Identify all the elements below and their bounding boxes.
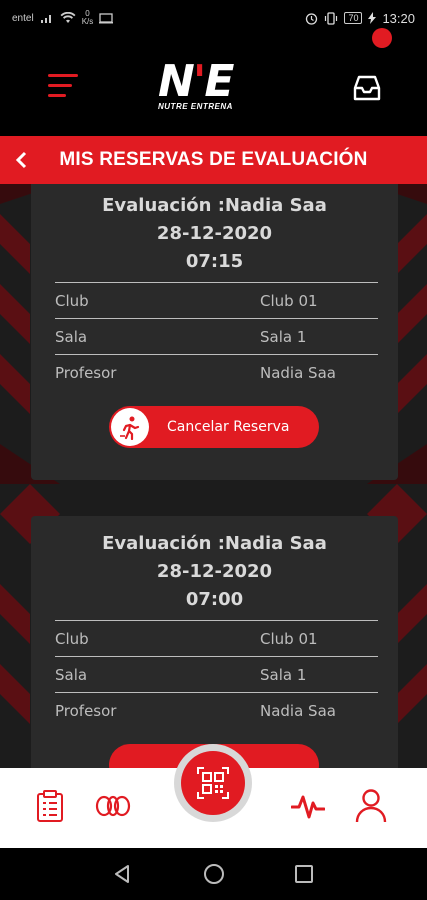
qr-code-icon [197, 767, 229, 799]
reservation-details: Club Club 01 Sala Sala 1 Profesor Nadia … [55, 282, 378, 390]
detail-value: Sala 1 [260, 665, 307, 684]
carrier-label: entel [12, 12, 34, 24]
nav-profile-button[interactable] [351, 786, 391, 826]
square-recents-icon [295, 865, 313, 883]
detail-value: Nadia Saa [260, 363, 336, 382]
detail-value: Club 01 [260, 291, 318, 310]
logo-letter-e: E [204, 56, 234, 107]
clock: 13:20 [382, 10, 415, 26]
detail-label: Profesor [55, 363, 117, 382]
system-recents-button[interactable] [292, 862, 316, 886]
logo-accent: ' [192, 56, 207, 107]
nav-activity-button[interactable] [288, 786, 328, 826]
detail-value: Nadia Saa [260, 701, 336, 720]
system-home-button[interactable] [202, 862, 226, 886]
reservation-card: Evaluación :Nadia Saa 28-12-2020 07:15 C… [31, 184, 398, 480]
reservations-list[interactable]: Evaluación :Nadia Saa 28-12-2020 07:15 C… [0, 184, 427, 768]
cancel-reservation-label: Cancelar Reserva [167, 419, 290, 435]
page-title: MIS RESERVAS DE EVALUACIÓN [59, 149, 368, 170]
app-header: N'E NUTRE ENTRENA [0, 36, 427, 136]
hamburger-line [48, 84, 72, 87]
user-icon [355, 789, 387, 823]
nav-evaluations-button[interactable] [30, 786, 70, 826]
hamburger-menu-button[interactable] [48, 74, 78, 100]
reservation-details: Club Club 01 Sala Sala 1 Profesor Nadia … [55, 620, 378, 728]
detail-label: Sala [55, 665, 88, 684]
detail-row-club: Club Club 01 [55, 282, 378, 318]
hamburger-line [48, 74, 78, 77]
page-title-bar: MIS RESERVAS DE EVALUACIÓN [0, 136, 427, 184]
screen-icon [99, 12, 114, 23]
notification-badge [372, 28, 392, 48]
detail-row-profesor: Profesor Nadia Saa [55, 354, 378, 390]
reservation-title: Evaluación :Nadia Saa [102, 533, 327, 554]
triangle-back-icon [115, 865, 129, 883]
cancel-reservation-button[interactable]: Cancelar Reserva [109, 406, 319, 448]
clipboard-icon [37, 790, 63, 822]
reservation-title: Evaluación :Nadia Saa [102, 195, 327, 216]
chevron-left-icon [15, 151, 27, 169]
detail-label: Club [55, 629, 89, 648]
app-logo: N'E NUTRE ENTRENA [158, 60, 270, 118]
system-back-button[interactable] [110, 862, 134, 886]
detail-row-profesor: Profesor Nadia Saa [55, 692, 378, 728]
detail-row-sala: Sala Sala 1 [55, 656, 378, 692]
circle-home-icon [204, 864, 224, 884]
logo-mark: N'E [158, 60, 270, 104]
qr-button-inner [181, 751, 245, 815]
detail-value: Club 01 [260, 629, 318, 648]
qr-scan-button[interactable] [174, 744, 252, 822]
vibrate-icon [325, 11, 338, 25]
speed-label: 0 K/s [81, 9, 94, 26]
inbox-button[interactable] [352, 74, 388, 106]
wifi-icon [60, 12, 76, 23]
nav-rings-button[interactable] [93, 786, 133, 826]
rings-icon [95, 795, 131, 817]
detail-row-club: Club Club 01 [55, 620, 378, 656]
hamburger-line [48, 94, 66, 97]
status-bar: entel 0 K/s 70 13:20 [0, 0, 427, 36]
logo-letter-n: N [158, 56, 195, 107]
detail-label: Club [55, 291, 89, 310]
detail-value: Sala 1 [260, 327, 307, 346]
system-navigation-bar [0, 848, 427, 900]
detail-label: Sala [55, 327, 88, 346]
charging-icon [368, 12, 377, 24]
status-right: 70 13:20 [305, 11, 415, 26]
runner-icon [111, 408, 149, 446]
inbox-icon [353, 75, 381, 101]
logo-text: NUTRE ENTRENA [158, 102, 233, 111]
reservation-date: 28-12-2020 [156, 223, 273, 244]
reservation-date: 28-12-2020 [156, 561, 273, 582]
battery-indicator: 70 [344, 12, 363, 24]
status-left: entel 0 K/s [12, 9, 114, 26]
detail-label: Profesor [55, 701, 117, 720]
reservation-time: 07:00 [185, 589, 244, 610]
detail-row-sala: Sala Sala 1 [55, 318, 378, 354]
reservation-time: 07:15 [185, 251, 244, 272]
alarm-icon [306, 12, 318, 25]
reservation-card: Evaluación :Nadia Saa 28-12-2020 07:00 C… [31, 516, 398, 768]
back-button[interactable] [8, 146, 34, 174]
heartbeat-icon [291, 795, 325, 819]
signal-icon [40, 14, 51, 23]
